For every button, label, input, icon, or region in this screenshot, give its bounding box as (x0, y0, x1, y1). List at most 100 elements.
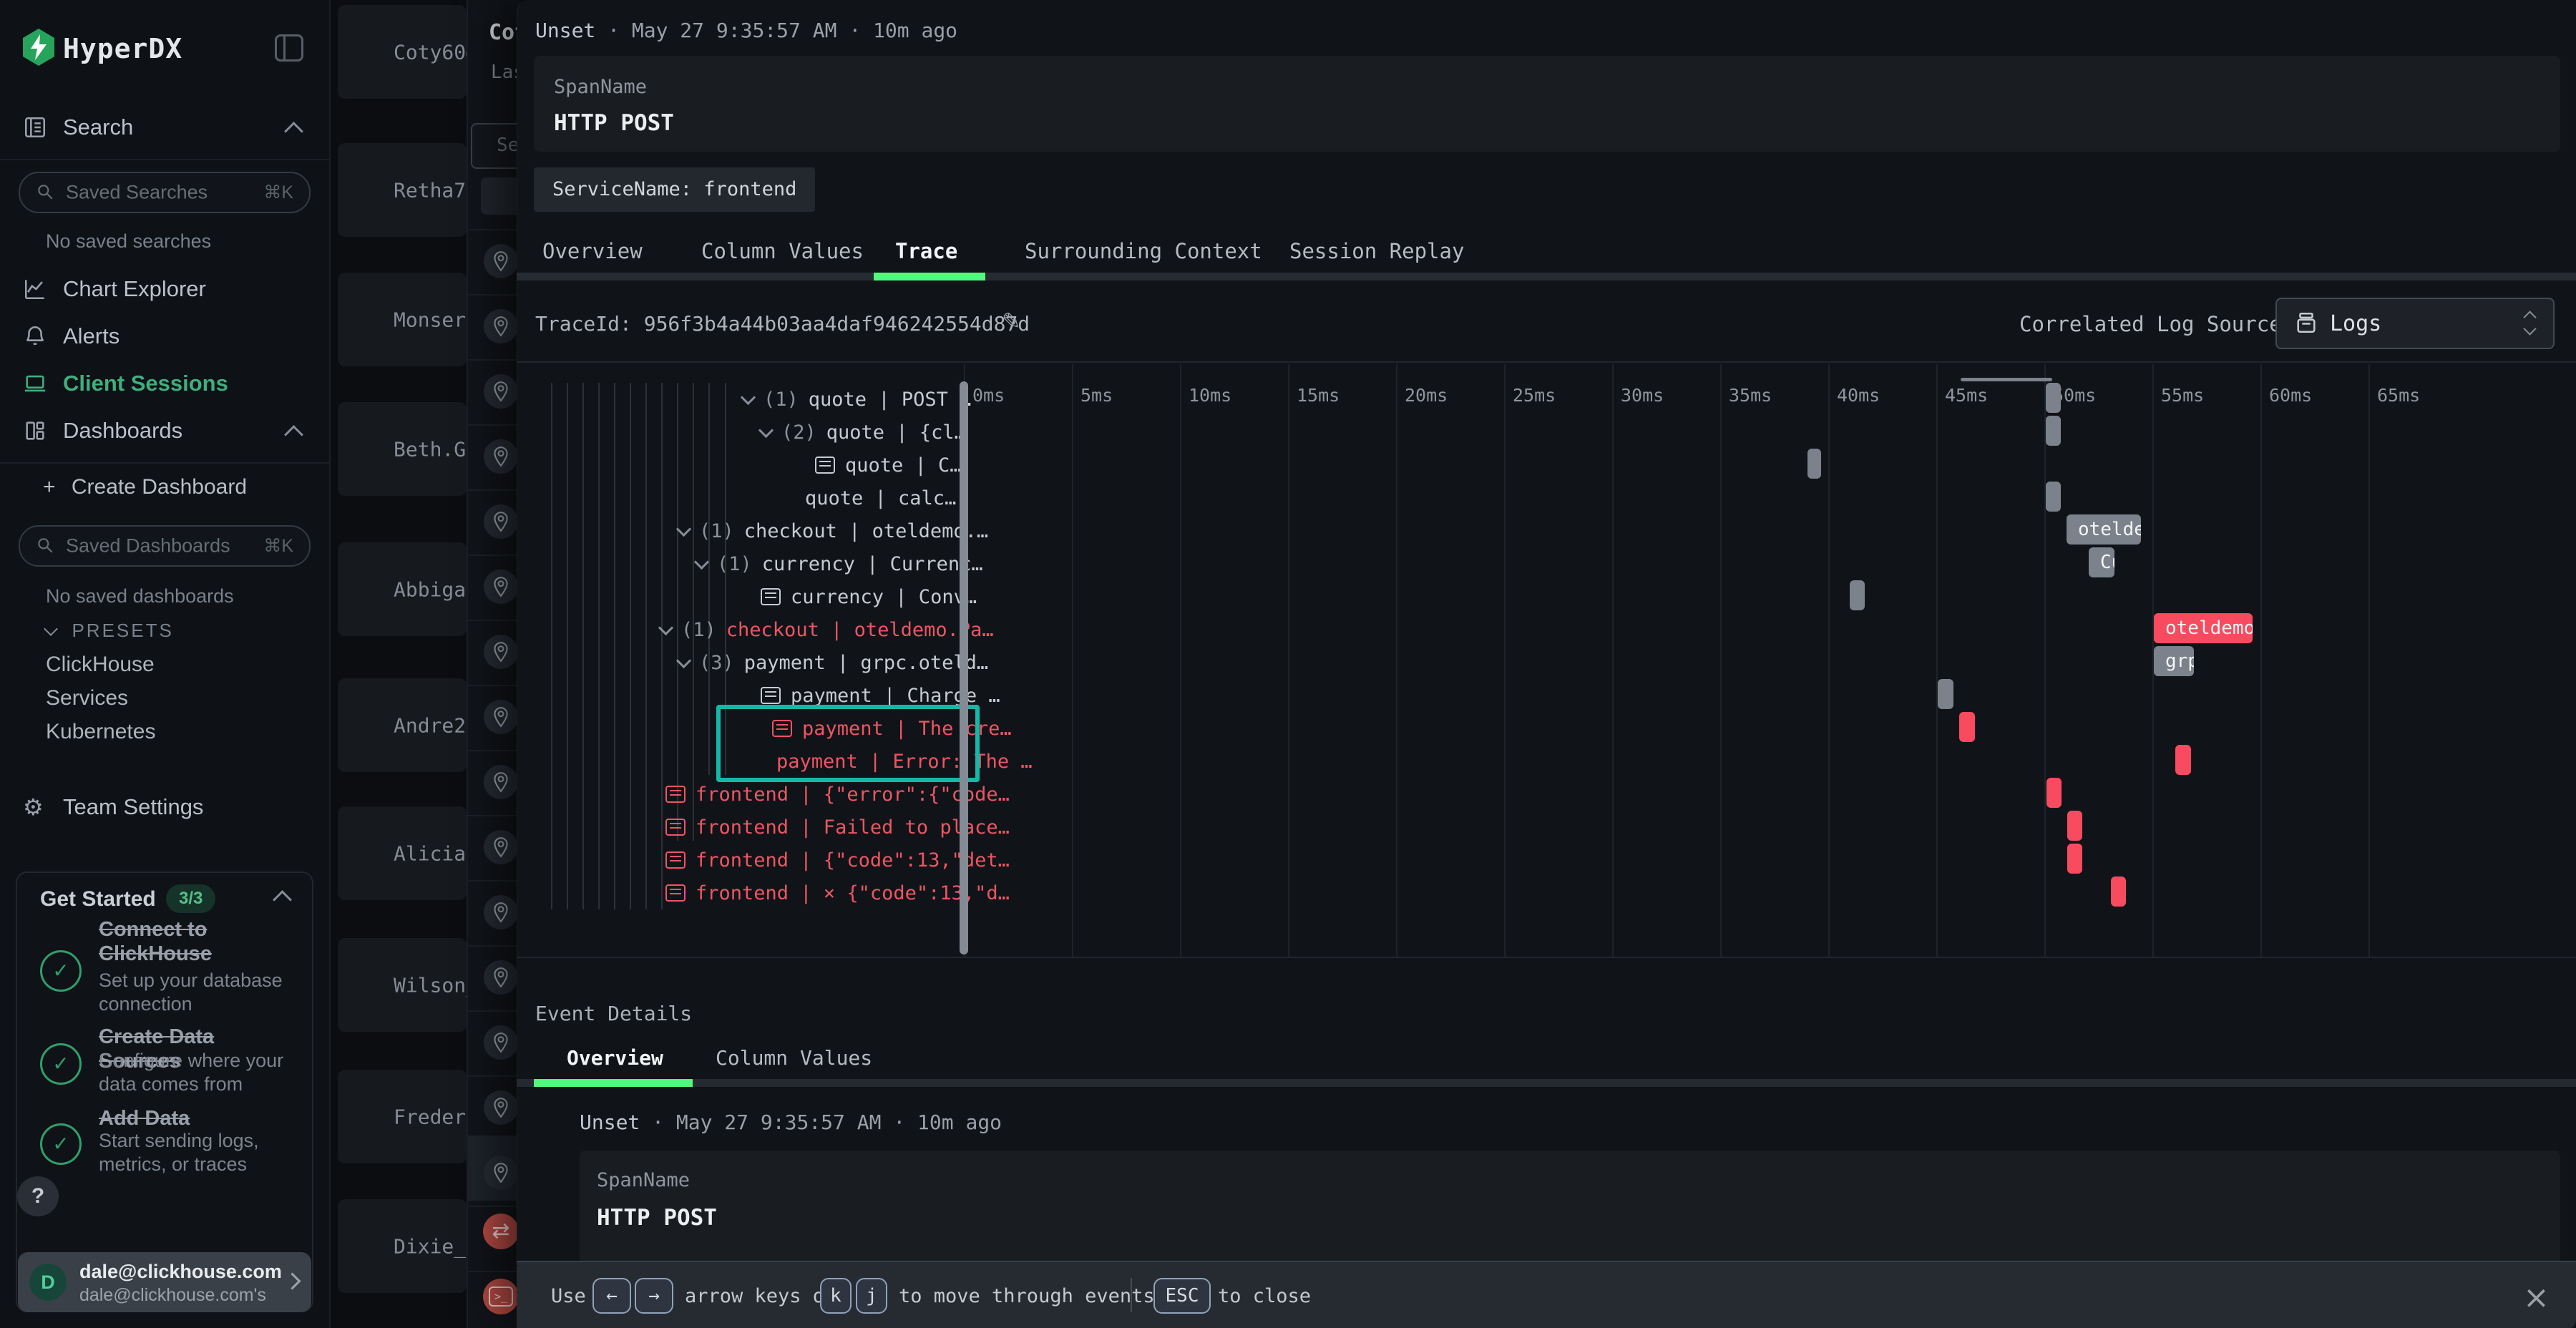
terminal-icon[interactable]: >_ (483, 1279, 519, 1314)
sidebar-item-client-sessions[interactable]: Client Sessions (0, 361, 329, 406)
sidebar-item-kubernetes[interactable]: Kubernetes (46, 720, 155, 744)
sidebar-item-team-settings[interactable]: ⚙ Team Settings (0, 784, 329, 830)
session-card[interactable]: Wilson_H (338, 938, 467, 1032)
tab-column-values[interactable]: Column Values (701, 239, 864, 263)
session-card[interactable]: Monserra (338, 273, 467, 366)
span-duration-bar[interactable] (1850, 580, 1865, 610)
trace-span-row[interactable]: frontend | {"code":13,"det… (665, 844, 1010, 877)
location-pin-icon[interactable] (484, 765, 518, 799)
saved-dashboards-input[interactable]: Saved Dashboards ⌘K (19, 525, 311, 567)
service-name-chip[interactable]: ServiceName: frontend (534, 167, 815, 212)
span-duration-bar[interactable]: Cu (2089, 547, 2114, 577)
span-duration-bar[interactable] (1938, 679, 1953, 709)
span-duration-bar[interactable] (1959, 712, 1975, 742)
chevron-down-icon[interactable] (676, 653, 691, 668)
chevron-down-icon[interactable] (658, 620, 673, 635)
help-button[interactable]: ? (17, 1176, 59, 1216)
hyperdx-logo-icon[interactable] (21, 29, 56, 66)
span-duration-bar[interactable] (2067, 844, 2082, 874)
trace-span-row[interactable]: (1)checkout | oteldemo.… (678, 514, 988, 547)
tab-surrounding-context[interactable]: Surrounding Context (1025, 239, 1262, 263)
sidebar-item-alerts[interactable]: Alerts (0, 313, 329, 359)
span-duration-bar[interactable] (2111, 877, 2126, 907)
session-card[interactable]: Abbigail (338, 542, 467, 636)
chevron-down-icon[interactable] (758, 422, 774, 437)
session-card[interactable]: Beth.Gol (338, 402, 467, 496)
sidebar-collapse-icon[interactable] (275, 34, 303, 62)
chevron-down-icon[interactable] (694, 554, 709, 569)
span-duration-bar[interactable]: oteldemo. (2067, 514, 2141, 545)
user-menu[interactable]: D dale@clickhouse.com dale@clickhouse.co… (18, 1252, 311, 1312)
saved-searches-input[interactable]: Saved Searches ⌘K (19, 172, 311, 213)
session-card[interactable]: Andre21@ (338, 678, 467, 772)
location-pin-icon[interactable] (484, 309, 518, 343)
get-started-item-title[interactable]: Add Data (99, 1106, 299, 1131)
chevron-down-icon[interactable] (741, 389, 756, 404)
get-started-item-title[interactable]: Connect to ClickHouse (99, 917, 299, 966)
location-pin-icon[interactable] (484, 504, 518, 539)
sidebar-item-services[interactable]: Services (46, 686, 128, 711)
span-duration-bar[interactable] (2067, 811, 2082, 841)
session-card[interactable]: Dixie_Mc (338, 1199, 467, 1293)
trace-span-row[interactable]: currency | Conv… (761, 580, 977, 613)
sidebar-item-dashboards[interactable]: Dashboards (0, 408, 329, 454)
tree-scrollbar[interactable] (960, 381, 968, 954)
sidebar-item-search[interactable]: Search (0, 104, 329, 150)
get-started-item-desc: Configure where your data comes from (99, 1049, 299, 1096)
location-pin-icon[interactable] (484, 1025, 518, 1060)
close-icon[interactable]: × (2523, 1279, 2550, 1316)
session-card[interactable]: Coty60@g (338, 5, 467, 99)
log-source-select[interactable]: Logs (2275, 298, 2555, 349)
sidebar-item-chart-explorer[interactable]: Chart Explorer (0, 266, 329, 312)
span-duration-bar[interactable]: oteldemo. (2154, 613, 2253, 643)
select-chevrons-icon (2525, 311, 2534, 336)
span-row-label: quote | POST … (809, 389, 972, 411)
indent-guide-line (693, 383, 694, 841)
trace-span-row[interactable]: (1)quote | POST … (743, 383, 971, 416)
tab-session-replay[interactable]: Session Replay (1289, 239, 1464, 263)
location-pin-icon[interactable] (484, 960, 518, 995)
navigation-swap-icon[interactable]: ⇄ (483, 1214, 519, 1249)
location-pin-icon[interactable] (484, 570, 518, 604)
location-pin-icon[interactable] (484, 374, 518, 409)
span-duration-bar[interactable] (2046, 778, 2062, 808)
span-duration-bar[interactable] (2046, 482, 2061, 512)
sidebar-item-clickhouse[interactable]: ClickHouse (46, 653, 155, 677)
location-pin-icon[interactable] (484, 439, 518, 474)
edit-icon[interactable]: ✎ (1002, 308, 1021, 335)
chevron-down-icon[interactable] (676, 521, 691, 536)
chevron-up-icon[interactable] (273, 890, 292, 909)
trace-span-row[interactable]: quote | calc… (805, 482, 956, 514)
trace-span-row[interactable]: (1)currency | Currenc… (696, 547, 983, 580)
span-duration-bar[interactable] (2046, 383, 2061, 413)
no-saved-dashboards-text: No saved dashboards (46, 585, 234, 607)
location-pin-icon[interactable] (484, 635, 518, 669)
session-card[interactable]: Retha77@ (338, 143, 467, 237)
trace-span-row[interactable]: (3)payment | grpc.oteld… (678, 646, 988, 679)
create-dashboard-button[interactable]: + Create Dashboard (43, 475, 247, 499)
presets-toggle[interactable]: PRESETS (46, 620, 174, 642)
span-duration-bar[interactable]: grpc (2154, 646, 2194, 676)
session-card[interactable]: Frederic (338, 1070, 467, 1163)
trace-span-row[interactable]: (1)checkout | oteldemo.Pa… (660, 613, 994, 646)
trace-span-row[interactable]: quote | C… (815, 449, 962, 482)
event-details-tab-overview[interactable]: Overview (567, 1046, 663, 1070)
location-pin-icon[interactable] (484, 830, 518, 864)
tab-trace[interactable]: Trace (895, 239, 957, 263)
trace-span-row[interactable]: (2)quote | {cl… (761, 416, 966, 449)
location-pin-icon[interactable] (484, 1090, 518, 1125)
location-pin-icon[interactable] (484, 700, 518, 734)
location-pin-icon[interactable] (484, 895, 518, 929)
location-pin-icon[interactable] (484, 1156, 518, 1190)
session-card[interactable]: Alicia42 (338, 806, 467, 900)
span-duration-bar[interactable] (2046, 416, 2061, 446)
span-duration-bar[interactable] (2175, 745, 2191, 775)
trace-span-row[interactable]: frontend | Failed to place… (665, 811, 1010, 844)
event-details-tab-column-values[interactable]: Column Values (716, 1046, 872, 1070)
trace-span-row[interactable]: frontend | {"error":{"code… (665, 778, 1010, 811)
no-saved-searches-text: No saved searches (46, 230, 211, 253)
tab-overview[interactable]: Overview (542, 239, 643, 263)
span-duration-bar[interactable] (1807, 449, 1821, 479)
location-pin-icon[interactable] (484, 244, 518, 278)
trace-span-row[interactable]: frontend | × {"code":13,"d… (665, 877, 1010, 909)
